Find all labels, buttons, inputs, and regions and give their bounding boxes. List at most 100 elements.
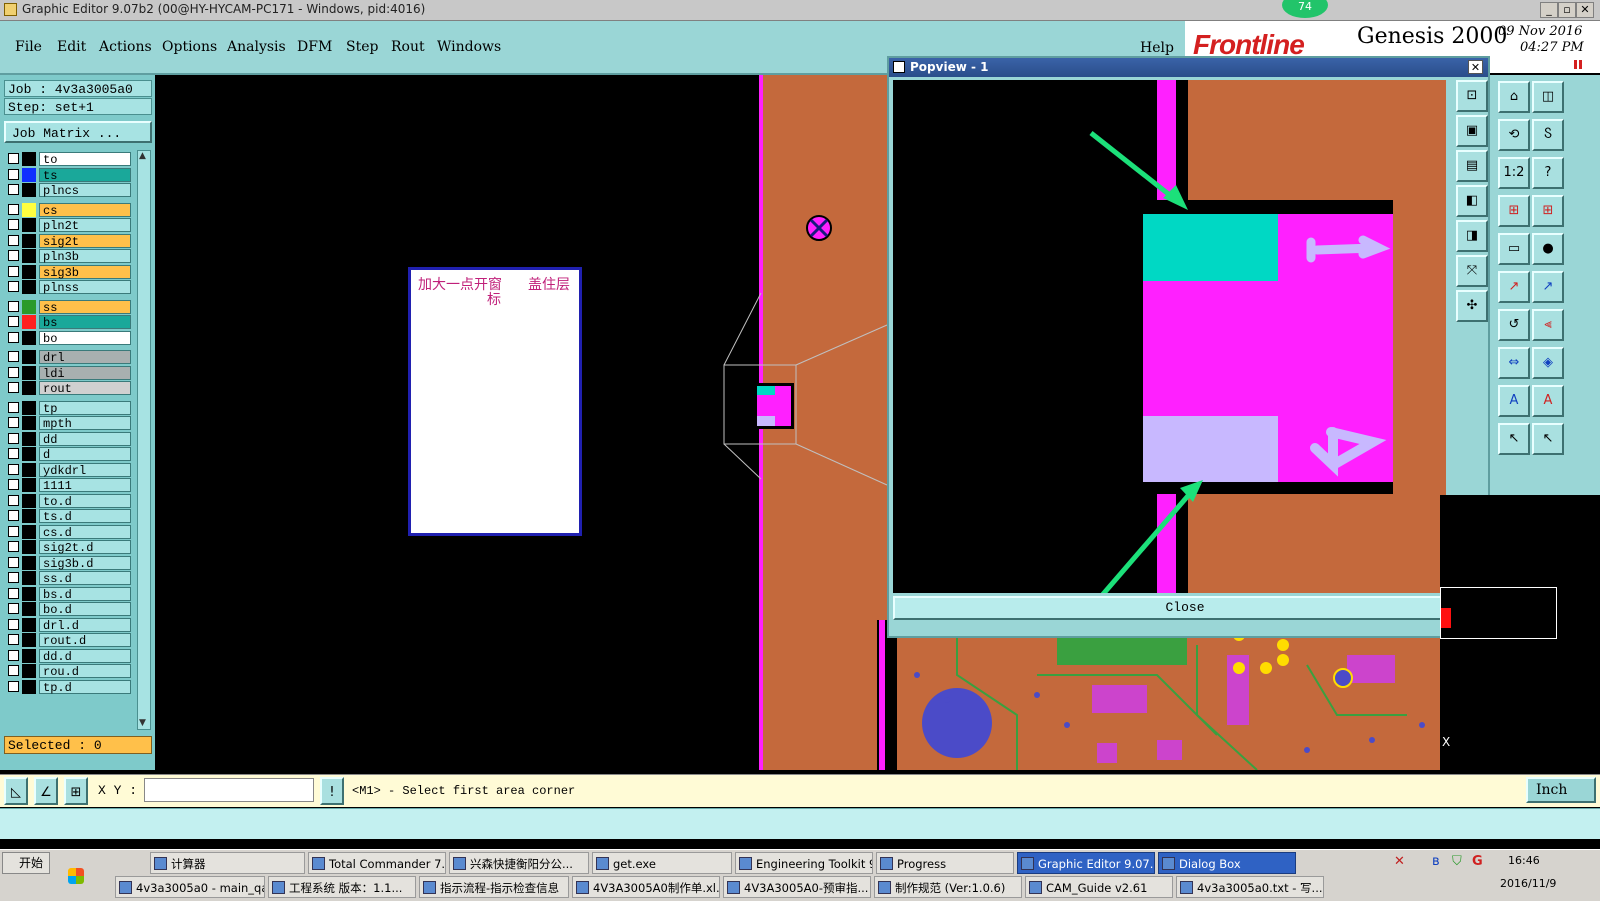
taskbar-button[interactable]: Total Commander 7.0... bbox=[308, 852, 446, 874]
close-window-button[interactable]: ✕ bbox=[1576, 2, 1594, 18]
layer-name[interactable]: sig2t.d bbox=[39, 540, 131, 555]
layer-checkbox[interactable] bbox=[8, 153, 19, 164]
pv-zoom-out-icon[interactable]: ▤ bbox=[1456, 150, 1488, 182]
taskbar-button[interactable]: Dialog Box bbox=[1158, 852, 1296, 874]
layer-checkbox[interactable] bbox=[8, 168, 19, 180]
layer-row-pln3b[interactable]: pln3b bbox=[8, 249, 131, 264]
pad-icon[interactable]: ● bbox=[1532, 233, 1564, 265]
layer-row-ydkdrl[interactable]: ydkdrl bbox=[8, 462, 131, 478]
popview-dialog[interactable]: Popview - 1 ✕ Close bbox=[887, 56, 1490, 638]
taskbar-button[interactable]: 4V3A3005A0制作单.xl... bbox=[572, 876, 720, 898]
taskbar-button[interactable]: 4v3a3005a0.txt - 写... bbox=[1176, 876, 1324, 898]
layer-checkbox[interactable] bbox=[8, 510, 19, 521]
taskbar-button[interactable]: Engineering Toolkit 9.... bbox=[735, 852, 873, 874]
layer-name[interactable]: dd bbox=[39, 431, 131, 447]
layer-checkbox[interactable] bbox=[8, 680, 19, 692]
layer-checkbox[interactable] bbox=[8, 382, 19, 393]
units-button[interactable]: Inch bbox=[1526, 777, 1596, 803]
layer-name[interactable]: dd.d bbox=[39, 648, 131, 664]
maximize-button[interactable]: ▫ bbox=[1558, 2, 1576, 18]
layer-row-mpth[interactable]: mpth bbox=[8, 416, 131, 431]
feature-icon[interactable]: ⊞ bbox=[1498, 195, 1530, 227]
layer-name[interactable]: bs bbox=[39, 315, 131, 330]
grid-tool-icon[interactable]: ⊞ bbox=[64, 777, 88, 805]
layer-name[interactable]: tp.d bbox=[39, 679, 131, 695]
layer-name[interactable]: tp bbox=[39, 400, 131, 416]
pv-fit-icon[interactable]: ⊡ bbox=[1456, 80, 1488, 112]
layer-checkbox[interactable] bbox=[8, 351, 19, 362]
layer-name[interactable]: bo bbox=[39, 330, 131, 346]
layer-row-sig2t-d[interactable]: sig2t.d bbox=[8, 540, 131, 555]
layer-name[interactable]: mpth bbox=[39, 416, 131, 431]
layer-checkbox[interactable] bbox=[8, 525, 19, 537]
minimize-button[interactable]: _ bbox=[1540, 2, 1558, 18]
layer-name[interactable]: ts bbox=[39, 167, 131, 183]
layer-checkbox[interactable] bbox=[8, 316, 19, 327]
layer-name[interactable]: ts.d bbox=[39, 509, 131, 524]
taskbar-button[interactable]: 4v3a3005a0 - main_qa bbox=[115, 876, 265, 898]
layer-name[interactable]: bo.d bbox=[39, 602, 131, 617]
taskbar-button[interactable]: 兴森快捷衡阳分公... bbox=[449, 852, 589, 874]
layer-name[interactable]: sig3b.d bbox=[39, 555, 131, 571]
layer-checkbox[interactable] bbox=[8, 250, 19, 261]
layer-checkbox[interactable] bbox=[8, 184, 19, 195]
rotate-icon[interactable]: ⟲ bbox=[1498, 119, 1530, 151]
layer-name[interactable]: to.d bbox=[39, 493, 131, 509]
text-a-icon[interactable]: A bbox=[1498, 385, 1530, 417]
menu-edit[interactable]: Edit bbox=[57, 39, 86, 55]
layer-name[interactable]: cs.d bbox=[39, 524, 131, 540]
layer-checkbox[interactable] bbox=[8, 618, 19, 630]
layer-row-plncs[interactable]: plncs bbox=[8, 183, 131, 198]
layer-row-bs-d[interactable]: bs.d bbox=[8, 586, 131, 602]
layer-row-sig3b-d[interactable]: sig3b.d bbox=[8, 555, 131, 571]
step-icon[interactable]: Ⴝ bbox=[1532, 119, 1564, 151]
layer-row-sig2t[interactable]: sig2t bbox=[8, 233, 131, 249]
layer-checkbox[interactable] bbox=[8, 366, 19, 378]
job-matrix-button[interactable]: Job Matrix ... bbox=[4, 121, 152, 143]
popview-title-bar[interactable]: Popview - 1 ✕ bbox=[889, 58, 1488, 77]
layer-checkbox[interactable] bbox=[8, 665, 19, 676]
layer-checkbox[interactable] bbox=[8, 331, 19, 343]
layer-row-dd[interactable]: dd bbox=[8, 431, 131, 447]
fill-icon[interactable]: ⫷ bbox=[1532, 309, 1564, 341]
taskbar-button[interactable]: Progress bbox=[876, 852, 1014, 874]
taskbar-button[interactable]: 制作规范 (Ver:1.0.6) bbox=[874, 876, 1022, 898]
layer-name[interactable]: pln2t bbox=[39, 218, 131, 233]
tray-bluetooth-icon[interactable]: ʙ bbox=[1432, 854, 1440, 869]
layer-row-pln2t[interactable]: pln2t bbox=[8, 218, 131, 233]
layer-name[interactable]: ydkdrl bbox=[39, 462, 131, 478]
layer-name[interactable]: to bbox=[39, 152, 131, 167]
layer-checkbox[interactable] bbox=[8, 219, 19, 230]
layer-row-to-d[interactable]: to.d bbox=[8, 493, 131, 509]
route-icon[interactable]: ↗ bbox=[1498, 271, 1530, 303]
layer-checkbox[interactable] bbox=[8, 603, 19, 614]
layer-checkbox[interactable] bbox=[8, 463, 19, 475]
layer-row-bo[interactable]: bo bbox=[8, 330, 131, 346]
layer-name[interactable]: 1111 bbox=[39, 478, 131, 493]
layer-checkbox[interactable] bbox=[8, 587, 19, 599]
xy-input[interactable] bbox=[144, 778, 314, 802]
taskbar-button[interactable]: get.exe bbox=[592, 852, 732, 874]
layer-row-dd-d[interactable]: dd.d bbox=[8, 648, 131, 664]
layer-name[interactable]: bs.d bbox=[39, 586, 131, 602]
layer-row-d[interactable]: d bbox=[8, 447, 131, 462]
layer-checkbox[interactable] bbox=[8, 401, 19, 413]
notification-badge[interactable]: 74 bbox=[1282, 0, 1328, 18]
tray-close-icon[interactable]: ✕ bbox=[1394, 854, 1405, 869]
taskbar-button[interactable]: CAM_Guide v2.61 bbox=[1025, 876, 1173, 898]
start-button[interactable]: 开始 bbox=[2, 852, 50, 874]
line-tool-icon[interactable]: ◺ bbox=[4, 777, 28, 805]
ruler-icon[interactable]: ▭ bbox=[1498, 233, 1530, 265]
layer-name[interactable]: rout.d bbox=[39, 633, 131, 648]
layer-row-tp[interactable]: tp bbox=[8, 400, 131, 416]
layer-row-bs[interactable]: bs bbox=[8, 315, 131, 330]
layer-checkbox[interactable] bbox=[8, 572, 19, 583]
layer-row-ts-d[interactable]: ts.d bbox=[8, 509, 131, 524]
layer-name[interactable]: sig2t bbox=[39, 233, 131, 249]
layer-row-rout[interactable]: rout bbox=[8, 381, 131, 396]
menu-dfm[interactable]: DFM bbox=[297, 39, 332, 55]
menu-analysis[interactable]: Analysis bbox=[227, 39, 286, 55]
layer-row-drl-d[interactable]: drl.d bbox=[8, 617, 131, 633]
layer-row-bo-d[interactable]: bo.d bbox=[8, 602, 131, 617]
layer-row-ss[interactable]: ss bbox=[8, 299, 131, 315]
